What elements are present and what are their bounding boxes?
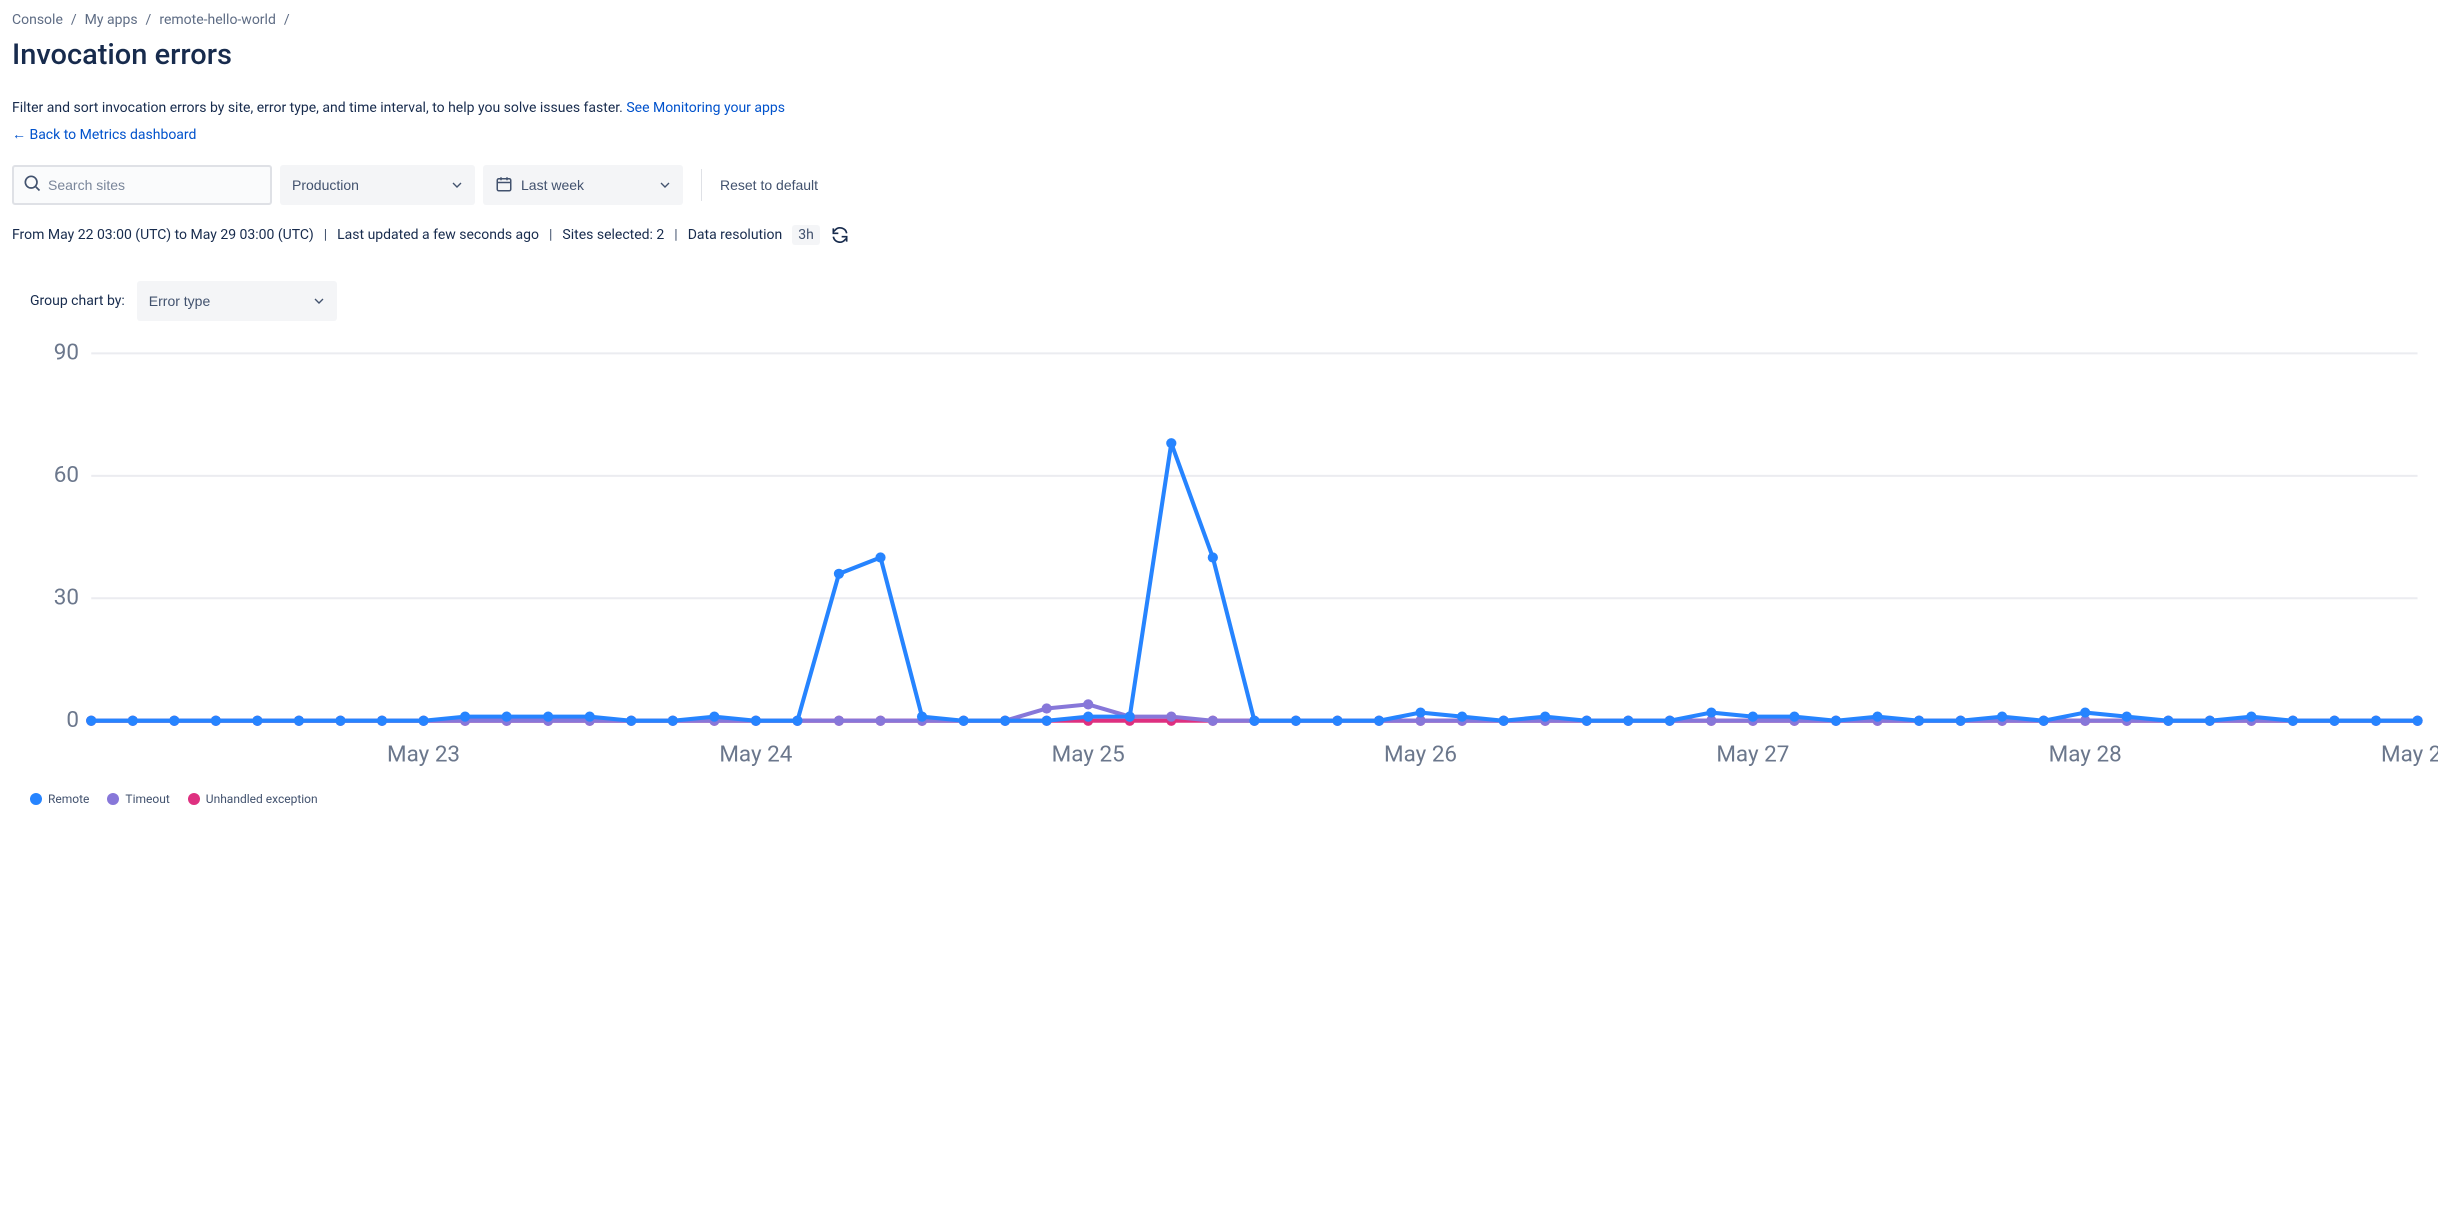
group-by-dropdown[interactable]: Error type xyxy=(137,281,337,321)
group-by-value: Error type xyxy=(149,293,210,309)
legend-swatch xyxy=(188,793,200,805)
svg-text:May 24: May 24 xyxy=(719,742,792,768)
svg-text:30: 30 xyxy=(54,584,79,610)
environment-dropdown[interactable]: Production xyxy=(280,165,475,205)
breadcrumb-item-app[interactable]: remote-hello-world xyxy=(159,12,276,28)
breadcrumb-item-myapps[interactable]: My apps xyxy=(85,12,138,28)
date-range-label: Last week xyxy=(521,177,584,193)
svg-text:May 25: May 25 xyxy=(1052,742,1125,768)
legend-swatch xyxy=(30,793,42,805)
search-sites-wrapper xyxy=(12,165,272,205)
legend-label: Unhandled exception xyxy=(206,792,318,806)
legend-label: Timeout xyxy=(125,792,169,806)
search-input[interactable] xyxy=(48,177,262,193)
status-separator: | xyxy=(324,227,327,243)
svg-text:May 23: May 23 xyxy=(387,742,460,768)
legend-item-timeout[interactable]: Timeout xyxy=(107,792,169,806)
svg-text:90: 90 xyxy=(54,340,79,366)
breadcrumb-separator: / xyxy=(146,12,152,28)
breadcrumb-item-console[interactable]: Console xyxy=(12,12,63,28)
chart-legend: Remote Timeout Unhandled exception xyxy=(30,792,2450,806)
monitoring-apps-link[interactable]: See Monitoring your apps xyxy=(626,100,785,116)
svg-text:May 26: May 26 xyxy=(1384,742,1457,768)
svg-text:May 29: May 29 xyxy=(2381,742,2438,768)
status-separator: | xyxy=(674,227,677,243)
svg-text:May 28: May 28 xyxy=(2049,742,2122,768)
page-description: Filter and sort invocation errors by sit… xyxy=(12,100,2450,116)
time-range-text: From May 22 03:00 (UTC) to May 29 03:00 … xyxy=(12,227,314,243)
description-text: Filter and sort invocation errors by sit… xyxy=(12,100,626,116)
back-to-dashboard-link[interactable]: ← Back to Metrics dashboard xyxy=(12,126,196,143)
filter-bar: Production Last week Reset to default xyxy=(12,165,2450,205)
error-chart: 0 30 60 90 May 23 May 24 May 25 May 26 May 27 May… xyxy=(30,333,2438,782)
environment-dropdown-label: Production xyxy=(292,177,359,193)
svg-text:May 27: May 27 xyxy=(1716,742,1789,768)
date-range-dropdown[interactable]: Last week xyxy=(483,165,683,205)
group-by-row: Group chart by: Error type xyxy=(30,281,2450,321)
legend-item-unhandled-exception[interactable]: Unhandled exception xyxy=(188,792,318,806)
sites-selected-text: Sites selected: 2 xyxy=(562,227,664,243)
vertical-divider xyxy=(701,169,702,201)
data-resolution-badge: 3h xyxy=(792,225,820,245)
last-updated-text: Last updated a few seconds ago xyxy=(337,227,539,243)
data-resolution-label: Data resolution xyxy=(688,227,783,243)
chart-container: 0 30 60 90 May 23 May 24 May 25 May 26 May 27 May… xyxy=(30,333,2438,782)
chevron-down-icon xyxy=(449,177,465,193)
legend-swatch xyxy=(107,793,119,805)
reset-to-default-button[interactable]: Reset to default xyxy=(720,177,818,193)
breadcrumb: Console / My apps / remote-hello-world / xyxy=(12,12,2450,28)
breadcrumb-separator: / xyxy=(71,12,77,28)
legend-label: Remote xyxy=(48,792,89,806)
breadcrumb-separator: / xyxy=(284,12,290,28)
group-by-label: Group chart by: xyxy=(30,293,125,309)
svg-text:0: 0 xyxy=(66,707,79,733)
chevron-down-icon xyxy=(311,293,327,309)
refresh-icon[interactable] xyxy=(830,225,850,245)
legend-item-remote[interactable]: Remote xyxy=(30,792,89,806)
calendar-icon xyxy=(495,175,513,196)
page-title: Invocation errors xyxy=(12,38,2450,72)
chevron-down-icon xyxy=(657,177,673,193)
status-separator: | xyxy=(549,227,552,243)
search-icon xyxy=(22,173,42,197)
svg-text:60: 60 xyxy=(54,462,79,488)
status-bar: From May 22 03:00 (UTC) to May 29 03:00 … xyxy=(12,225,2450,245)
